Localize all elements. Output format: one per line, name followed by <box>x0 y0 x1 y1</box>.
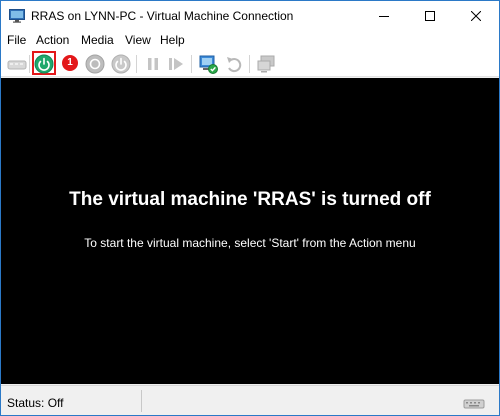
enhanced-session-icon <box>257 55 275 73</box>
shut-down-icon <box>111 54 131 74</box>
maximize-button[interactable] <box>407 1 453 31</box>
vm-off-heading: The virtual machine 'RRAS' is turned off <box>69 189 431 210</box>
checkpoint-icon <box>199 55 218 74</box>
start-button[interactable] <box>33 53 55 75</box>
toolbar: 1 <box>1 50 499 77</box>
checkpoint-button[interactable] <box>197 53 219 75</box>
start-icon <box>34 54 54 74</box>
pause-icon <box>148 58 158 70</box>
menu-file[interactable]: File <box>7 33 26 47</box>
toolbar-separator <box>136 55 137 73</box>
toolbar-separator <box>249 55 250 73</box>
keyboard-icon <box>463 398 485 409</box>
menu-media[interactable]: Media <box>81 33 114 47</box>
maximize-icon <box>425 11 435 21</box>
vm-console[interactable]: The virtual machine 'RRAS' is turned off… <box>1 78 499 384</box>
resume-button[interactable] <box>165 53 187 75</box>
status-separator <box>141 390 142 412</box>
menu-bar: File Action Media View Help <box>1 31 499 50</box>
window-title: RRAS on LYNN-PC - Virtual Machine Connec… <box>31 9 294 23</box>
minimize-icon <box>379 16 389 17</box>
enhanced-session-button[interactable] <box>255 53 277 75</box>
status-bar: Status: Off <box>1 385 499 415</box>
resume-icon <box>169 58 183 70</box>
shut-down-button[interactable] <box>110 53 132 75</box>
revert-button[interactable] <box>223 53 245 75</box>
toolbar-separator <box>29 55 30 73</box>
close-button[interactable] <box>453 1 499 31</box>
turn-off-button[interactable] <box>84 53 106 75</box>
minimize-button[interactable] <box>361 1 407 31</box>
menu-action[interactable]: Action <box>36 33 69 47</box>
vm-connection-window: RRAS on LYNN-PC - Virtual Machine Connec… <box>0 0 500 416</box>
revert-icon <box>227 57 242 73</box>
menu-help[interactable]: Help <box>160 33 185 47</box>
pause-button[interactable] <box>142 53 164 75</box>
vm-start-hint: To start the virtual machine, select 'St… <box>84 236 416 250</box>
ctrl-alt-del-button[interactable] <box>6 53 28 75</box>
toolbar-separator <box>191 55 192 73</box>
turn-off-icon <box>85 54 105 74</box>
step-badge: 1 <box>62 55 78 71</box>
title-bar[interactable]: RRAS on LYNN-PC - Virtual Machine Connec… <box>1 1 499 31</box>
status-text: Status: Off <box>7 396 64 410</box>
ctrl-alt-del-icon <box>7 60 27 70</box>
menu-view[interactable]: View <box>125 33 151 47</box>
close-icon <box>471 11 481 21</box>
vm-connection-app-icon <box>9 9 25 23</box>
